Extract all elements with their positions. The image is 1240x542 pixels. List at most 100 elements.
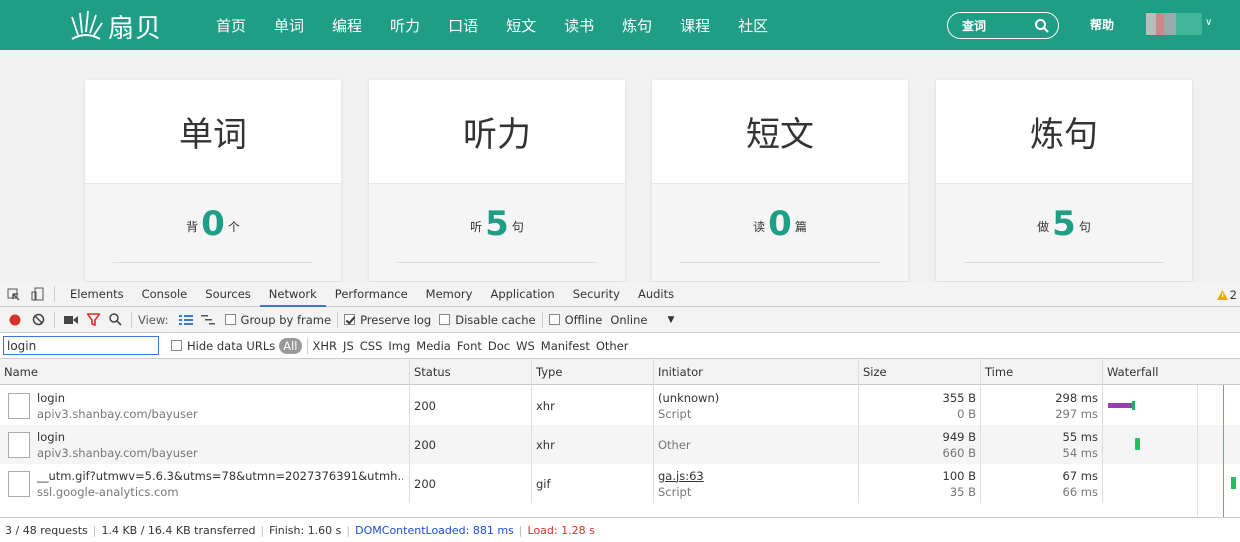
network-status-bar: 3 / 48 requests | 1.4 KB / 16.4 KB transf… (0, 517, 1240, 542)
large-rows-icon[interactable] (175, 314, 197, 326)
nav-coding[interactable]: 编程 (318, 15, 376, 36)
filter-input[interactable] (3, 336, 159, 355)
type-filter-manifest[interactable]: Manifest (541, 339, 590, 353)
card-listening[interactable]: 听力 听5 句 (369, 80, 625, 281)
main-nav: 首页 单词 编程 听力 口语 短文 读书 炼句 课程 社区 (202, 0, 782, 50)
nav-sentences[interactable]: 炼句 (608, 15, 666, 36)
type-filter-media[interactable]: Media (416, 339, 451, 353)
nav-reading[interactable]: 读书 (550, 15, 608, 36)
document-icon (8, 432, 30, 458)
column-status[interactable]: Status (410, 359, 532, 384)
column-type[interactable]: Type (532, 359, 654, 384)
user-avatar[interactable] (1146, 13, 1202, 35)
waterfall-bar-download (1135, 438, 1140, 450)
type-filter-ws[interactable]: WS (516, 339, 535, 353)
card-stat: 读0 篇 (753, 204, 807, 244)
table-row[interactable]: login apiv3.shanbay.com/bayuser 200 xhr (… (0, 386, 1240, 425)
warning-icon (1216, 290, 1228, 300)
tab-audits[interactable]: Audits (629, 282, 683, 307)
dropdown-arrow-icon: ▼ (667, 314, 675, 325)
devtools-panel: Elements Console Sources Network Perform… (0, 282, 1240, 542)
card-title: 单词 (179, 115, 247, 155)
type-filter-xhr[interactable]: XHR (313, 339, 338, 353)
type-filter-doc[interactable]: Doc (488, 339, 510, 353)
nav-words[interactable]: 单词 (260, 15, 318, 36)
inspect-element-icon[interactable] (0, 282, 26, 307)
tab-console[interactable]: Console (133, 282, 197, 307)
site-logo[interactable]: 扇贝 (68, 6, 162, 46)
table-row[interactable]: __utm.gif?utmwv=5.6.3&utms=78&utmn=20273… (0, 464, 1240, 503)
column-name[interactable]: Name (0, 359, 410, 384)
table-row[interactable]: login apiv3.shanbay.com/bayuser 200 xhr O… (0, 425, 1240, 464)
word-search-box[interactable]: 查词 (947, 12, 1059, 39)
disable-cache-checkbox[interactable]: Disable cache (439, 313, 536, 327)
logo-text: 扇贝 (108, 13, 163, 44)
card-articles[interactable]: 短文 读0 篇 (652, 80, 908, 281)
throttling-select[interactable]: Online ▼ (610, 313, 674, 327)
card-sentences[interactable]: 炼句 做5 句 (936, 80, 1192, 281)
tab-network[interactable]: Network (259, 282, 326, 307)
nav-speaking[interactable]: 口语 (434, 15, 492, 36)
filter-icon[interactable] (83, 313, 103, 326)
tab-security[interactable]: Security (564, 282, 629, 307)
search-icon[interactable] (105, 313, 125, 326)
devtools-tabbar: Elements Console Sources Network Perform… (0, 282, 1240, 307)
card-stat: 做5 句 (1037, 204, 1091, 244)
overview-icon[interactable] (197, 314, 219, 326)
offline-checkbox[interactable]: Offline (548, 313, 602, 327)
type-filter-js[interactable]: JS (343, 339, 354, 353)
waterfall-cell (1103, 425, 1240, 464)
table-header: Name Status Type Initiator Size Time Wat… (0, 359, 1240, 385)
waterfall-bar-waiting (1108, 403, 1132, 408)
shell-logo-icon (71, 10, 103, 40)
type-filter-all[interactable]: All (279, 337, 302, 354)
help-link[interactable]: 帮助 (1090, 16, 1114, 33)
tab-elements[interactable]: Elements (61, 282, 133, 307)
nav-community[interactable]: 社区 (724, 15, 782, 36)
card-title: 炼句 (1030, 115, 1098, 155)
group-by-frame-checkbox[interactable]: Group by frame (224, 313, 331, 327)
tab-performance[interactable]: Performance (326, 282, 417, 307)
record-icon[interactable] (6, 314, 24, 326)
waterfall-cell (1103, 464, 1240, 503)
card-title: 短文 (746, 115, 814, 155)
chevron-down-icon[interactable]: ∨ (1205, 17, 1212, 28)
tab-application[interactable]: Application (481, 282, 563, 307)
column-size[interactable]: Size (859, 359, 981, 384)
search-icon[interactable] (1034, 18, 1050, 34)
nav-courses[interactable]: 课程 (666, 15, 724, 36)
card-title: 听力 (463, 115, 531, 155)
type-filter-font[interactable]: Font (457, 339, 482, 353)
search-label: 查词 (962, 19, 987, 33)
waterfall-bar-download (1231, 477, 1236, 489)
type-filter-other[interactable]: Other (596, 339, 629, 353)
waterfall-bar-download (1132, 401, 1135, 410)
waterfall-cell (1103, 386, 1240, 425)
column-waterfall[interactable]: Waterfall (1103, 359, 1240, 384)
hide-data-urls-checkbox[interactable]: Hide data URLs (171, 339, 275, 353)
type-filter-img[interactable]: Img (388, 339, 410, 353)
tab-memory[interactable]: Memory (417, 282, 482, 307)
clear-icon[interactable] (28, 313, 48, 326)
column-time[interactable]: Time (981, 359, 1103, 384)
card-stat: 听5 句 (470, 204, 524, 244)
document-icon (8, 471, 30, 497)
nav-articles[interactable]: 短文 (492, 15, 550, 36)
nav-listening[interactable]: 听力 (376, 15, 434, 36)
initiator-link[interactable]: ga.js:63 (658, 468, 854, 484)
card-words[interactable]: 单词 背0 个 (85, 80, 341, 281)
card-stat: 背0 个 (186, 204, 240, 244)
preserve-log-checkbox[interactable]: Preserve log (344, 313, 431, 327)
view-label: View: (138, 312, 169, 327)
network-toolbar: View: Group by frame Preserve log Disabl… (0, 307, 1240, 333)
type-filter-css[interactable]: CSS (360, 339, 383, 353)
warning-indicator[interactable]: 2 (1216, 288, 1237, 302)
capture-screenshots-icon[interactable] (61, 315, 81, 325)
top-header: 扇贝 首页 单词 编程 听力 口语 短文 读书 炼句 课程 社区 查词 帮助 ∨ (0, 0, 1240, 50)
column-initiator[interactable]: Initiator (654, 359, 859, 384)
device-toolbar-icon[interactable] (26, 282, 48, 307)
tab-sources[interactable]: Sources (196, 282, 260, 307)
nav-home[interactable]: 首页 (202, 15, 260, 36)
document-icon (8, 393, 30, 419)
filter-bar: Hide data URLs All XHR JS CSS Img Media … (0, 333, 1240, 359)
